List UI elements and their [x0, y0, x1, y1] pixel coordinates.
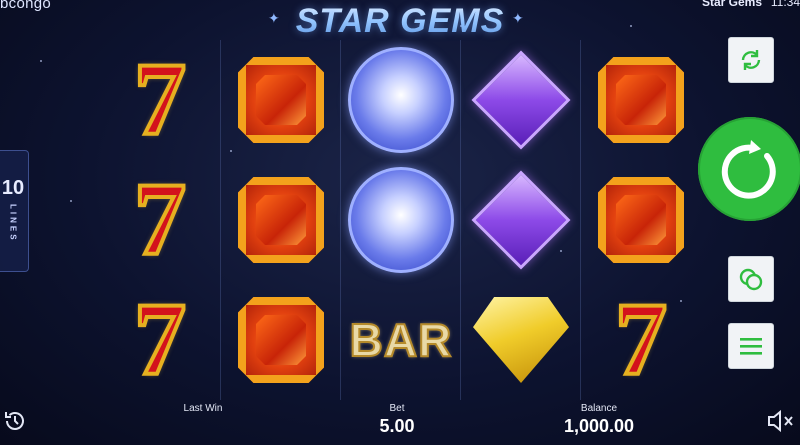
- seven-symbol: 7: [132, 42, 188, 157]
- star-decoration-icon: ✦: [268, 10, 280, 26]
- speaker-mute-icon: [768, 409, 793, 433]
- game-title-label: Star Gems: [701, 0, 762, 9]
- ruby-gem-symbol: [238, 177, 324, 263]
- lines-badge: 10 LINES: [0, 150, 29, 272]
- reel-cell: [461, 40, 581, 160]
- clock: 11:34: [770, 0, 800, 9]
- bet-value[interactable]: 5.00: [357, 416, 437, 437]
- topaz-gem-symbol: [473, 297, 569, 383]
- game-logo: STAR GEMS: [292, 0, 508, 42]
- bar-symbol: BAR: [349, 313, 453, 367]
- reel-cell: [461, 160, 581, 280]
- sapphire-gem-symbol: [348, 167, 454, 273]
- reel-cell: 7: [100, 40, 220, 160]
- footer-bar: Last Win Bet 5.00 Balance 1,000.00: [0, 400, 800, 445]
- ruby-gem-symbol: [598, 177, 684, 263]
- balance-label: Balance: [580, 403, 618, 414]
- reel-2: [220, 40, 341, 400]
- reel-cell: BAR: [341, 280, 461, 400]
- reel-cell: [221, 40, 341, 160]
- reel-cell: [221, 280, 341, 400]
- reel-4: [460, 40, 581, 400]
- reels: 7 7 7 BAR 7: [100, 40, 700, 400]
- reel-cell: [221, 160, 341, 280]
- mute-button[interactable]: [766, 408, 796, 434]
- reel-cell: [581, 40, 701, 160]
- amethyst-gem-symbol: [471, 170, 571, 270]
- reel-5: 7: [580, 40, 701, 400]
- reel-3: BAR: [340, 40, 461, 400]
- reel-cell: 7: [581, 280, 701, 400]
- history-icon: [5, 412, 24, 430]
- spin-button[interactable]: [698, 117, 800, 221]
- seven-symbol: 7: [613, 282, 669, 397]
- balance-value: 1,000.00: [563, 416, 635, 436]
- reel-cell: [341, 40, 461, 160]
- reel-cell: [581, 160, 701, 280]
- lines-label: LINES: [8, 204, 18, 243]
- menu-icon: [740, 338, 762, 355]
- reel-cell: [341, 160, 461, 280]
- ruby-gem-symbol: [238, 57, 324, 143]
- amethyst-gem-symbol: [471, 50, 571, 150]
- reel-cell: 7: [100, 160, 220, 280]
- autoplay-button[interactable]: [728, 37, 774, 83]
- seven-symbol: 7: [132, 282, 188, 397]
- ruby-gem-symbol: [238, 297, 324, 383]
- ruby-gem-symbol: [598, 57, 684, 143]
- coins-icon: [739, 268, 763, 291]
- menu-button[interactable]: [728, 323, 774, 369]
- seven-symbol: 7: [132, 162, 188, 277]
- reel-cell: [461, 280, 581, 400]
- last-win-label: Last Win: [183, 403, 223, 414]
- sapphire-gem-symbol: [348, 47, 454, 153]
- history-button[interactable]: [2, 408, 28, 434]
- lines-count: 10: [1, 177, 25, 199]
- reel-cell: 7: [100, 280, 220, 400]
- star-decoration-icon: ✦: [512, 10, 524, 26]
- coins-button[interactable]: [728, 256, 774, 302]
- brand-name: bcongo: [0, 0, 52, 12]
- bet-label: Bet: [389, 403, 405, 414]
- spin-icon: [721, 140, 776, 199]
- reel-1: 7 7 7: [100, 40, 220, 400]
- refresh-icon: [741, 50, 761, 70]
